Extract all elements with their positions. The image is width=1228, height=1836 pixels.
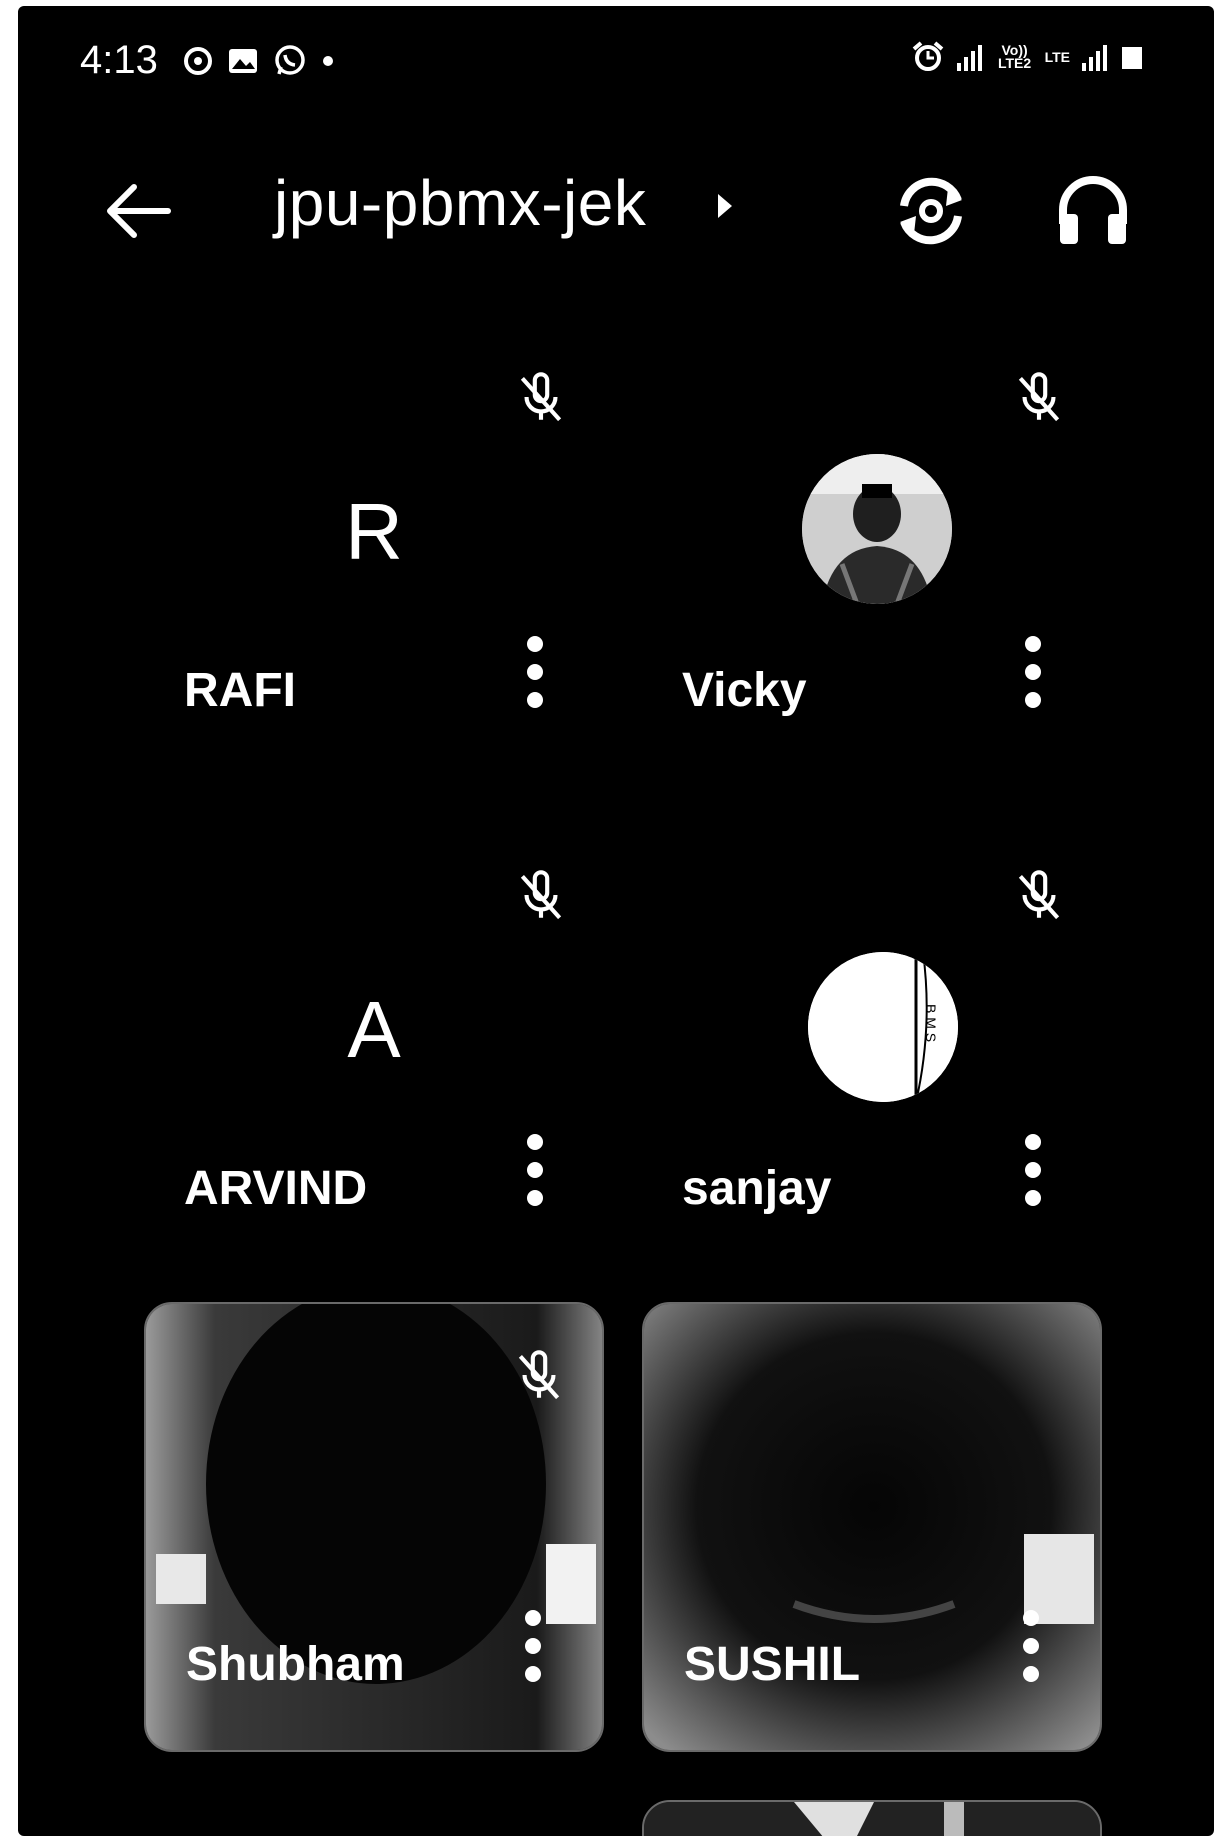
participant-name: sanjay [682,1162,832,1215]
more-options-icon[interactable] [522,1604,544,1694]
status-bar: 4:13 Vo)) LTE2 LTE [18,6,1214,106]
gallery-icon [229,49,257,73]
caret-right-icon[interactable] [718,194,732,218]
mic-off-icon [518,1350,560,1400]
mic-off-icon [520,870,562,920]
volte-label: Vo)) LTE2 [997,42,1032,71]
participant-tile-sanjay[interactable]: B M S sanjay [642,824,1102,1274]
switch-camera-icon[interactable] [886,166,976,256]
participant-initial: R [345,487,403,576]
whatsapp-icon [275,45,305,75]
logo-text: B M S [923,1004,939,1042]
video-feed [644,1802,1100,1836]
participant-name: SUSHIL [684,1638,861,1691]
more-options-icon[interactable] [524,630,546,720]
more-options-icon[interactable] [1022,1128,1044,1218]
participant-tile-sushil[interactable]: SUSHIL [642,1302,1102,1752]
back-arrow-icon[interactable] [98,171,178,251]
dot-icon [323,56,333,66]
person-photo [802,454,952,604]
more-options-icon[interactable] [524,1128,546,1218]
lte-label: LTE [1044,48,1070,65]
logo-avatar: B M S [808,952,958,1102]
status-icons-left [183,44,335,78]
status-time: 4:13 [80,38,158,82]
alarm-icon [912,41,943,71]
signal-1-icon [956,45,982,71]
threads-icon [184,47,212,75]
participant-name: RAFI [184,664,296,717]
signal-2-icon [1082,45,1107,71]
participant-tile-vicky[interactable]: Vicky [642,326,1102,776]
participant-tile-shubham[interactable]: Shubham [144,1302,604,1752]
participant-name: Shubham [186,1638,405,1691]
participant-name: Vicky [682,664,807,717]
participant-initial: A [347,985,401,1074]
headphones-icon[interactable] [1048,166,1138,256]
mic-off-icon [1018,372,1060,422]
participant-name: ARVIND [184,1162,368,1215]
participant-tile-arvind[interactable]: A ARVIND [144,824,604,1274]
more-options-icon[interactable] [1022,630,1044,720]
participant-tile-partial[interactable] [642,1800,1102,1836]
bms-logo: B M S [808,952,958,1102]
battery-icon [1122,47,1142,69]
meeting-code-title[interactable]: jpu-pbmx-jek [274,166,646,240]
avatar [802,454,952,604]
mic-off-icon [1018,870,1060,920]
phone-screen: 4:13 Vo)) LTE2 LTE jpu-pbmx-jek R RAFI V… [18,6,1214,1836]
mic-off-icon [520,372,562,422]
more-options-icon[interactable] [1020,1604,1042,1694]
status-icons-right: Vo)) LTE2 LTE [911,40,1144,74]
app-bar: jpu-pbmx-jek [18,146,1214,266]
participant-tile-rafi[interactable]: R RAFI [144,326,604,776]
